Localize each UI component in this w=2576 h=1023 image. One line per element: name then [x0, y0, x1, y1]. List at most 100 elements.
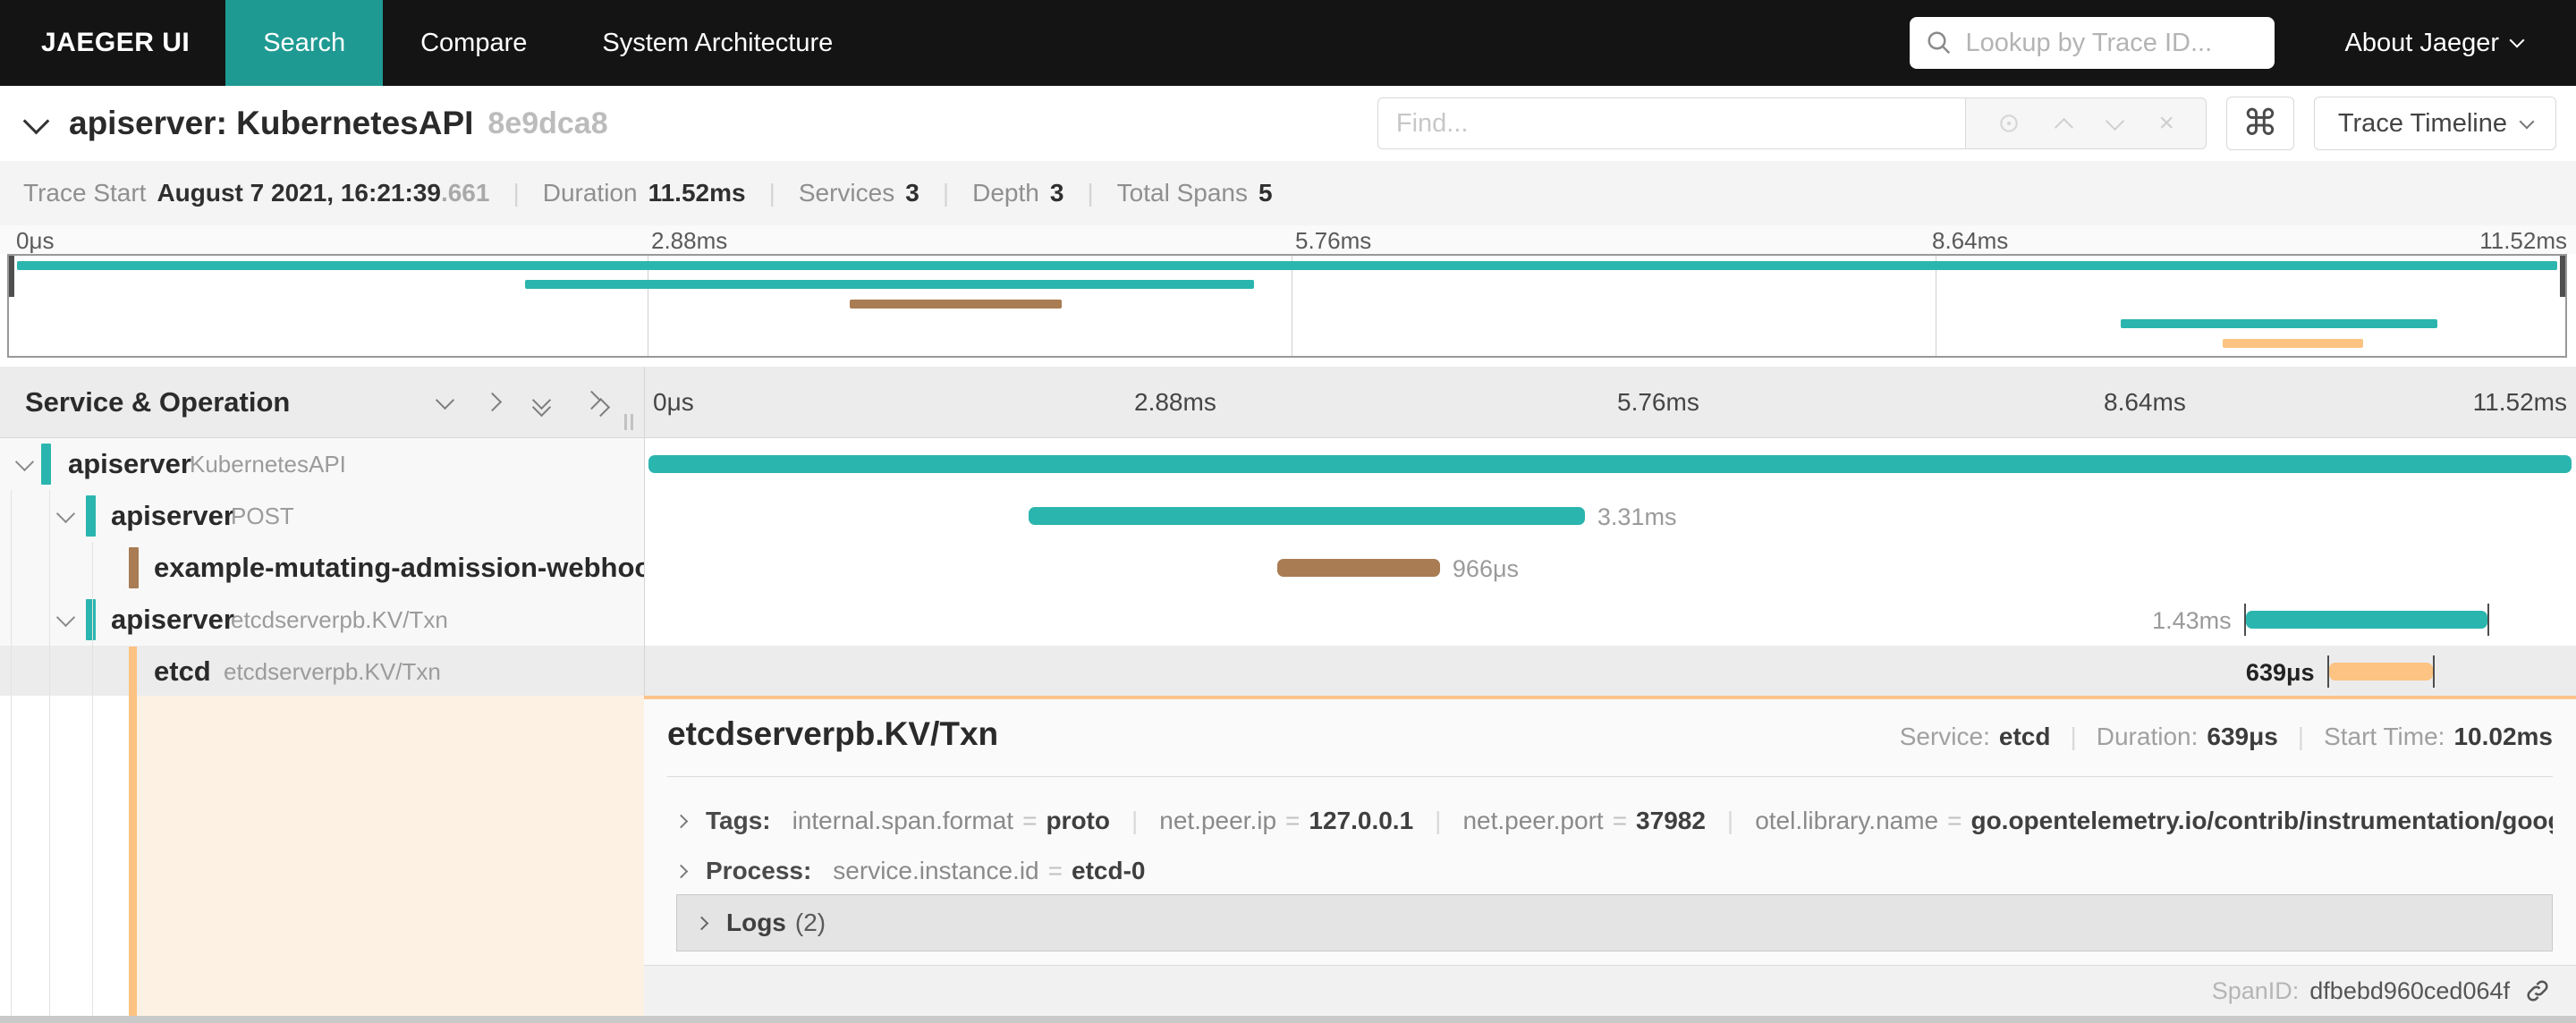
ruler-tick-3: 8.64ms	[1932, 227, 2009, 254]
service-operation-title: Service & Operation	[25, 385, 291, 418]
timeline-tick-1: 2.88ms	[1134, 388, 1216, 416]
detail-footer: SpanID: dfbebd960ced064f	[644, 965, 2576, 1016]
expand-all-icon[interactable]	[581, 390, 611, 417]
span-color-stripe	[86, 495, 96, 537]
trace-start-label: Trace Start	[23, 179, 147, 207]
ruler-tick-1: 2.88ms	[651, 227, 728, 254]
process-accordion[interactable]: Process: service.instance.id = etcd-0	[676, 848, 2553, 894]
find-clear-icon[interactable]: ×	[2159, 108, 2175, 139]
detail-bottom-border	[0, 1016, 2576, 1023]
column-divider	[644, 367, 645, 696]
span-service: apiserver	[68, 448, 191, 479]
chevron-down-icon[interactable]	[55, 503, 76, 525]
ruler-tick-4: 11.52ms	[2479, 227, 2567, 254]
chevron-down-icon	[2509, 32, 2525, 48]
logs-label: Logs	[726, 909, 786, 936]
collapse-all-icon[interactable]	[531, 390, 552, 417]
span-bar[interactable]: 1.43ms	[2152, 604, 2489, 636]
timeline-tick-2: 5.76ms	[1617, 388, 1699, 416]
logs-count: (2)	[794, 909, 826, 936]
command-icon: ⌘	[2241, 104, 2278, 143]
selected-span-tint	[137, 696, 644, 1016]
minimap-right-handle[interactable]	[2560, 256, 2565, 297]
depth-label: Depth	[972, 179, 1039, 207]
depth-value: 3	[1049, 179, 1064, 207]
find-placeholder: Find...	[1395, 108, 1469, 138]
about-jaeger-label: About Jaeger	[2344, 28, 2499, 57]
tree-guide-line	[49, 696, 50, 1016]
span-service: apiserver	[111, 500, 234, 531]
trace-id-lookup-input[interactable]: Lookup by Trace ID...	[1910, 17, 2275, 69]
span-row-apiserver-txn[interactable]: apiserver etcdserverpb.KV/Txn 1.43ms	[0, 594, 2576, 646]
tree-guide-line	[49, 490, 50, 696]
tree-guide-line	[92, 696, 93, 1016]
span-bar[interactable]: 966μs	[1277, 555, 1519, 582]
span-operation: POST	[231, 502, 294, 529]
chevron-down-icon[interactable]	[14, 452, 35, 473]
expand-one-icon[interactable]	[482, 392, 503, 412]
chevron-down-icon	[2519, 114, 2535, 130]
nav-item-compare[interactable]: Compare	[383, 0, 564, 86]
chevron-down-icon	[22, 107, 50, 135]
span-duration-label: 639μs	[2245, 659, 2315, 686]
span-row-webhook[interactable]: example-mutating-admission-webhook... 96…	[0, 542, 2576, 594]
focus-target-icon[interactable]	[1997, 112, 2021, 135]
about-jaeger-menu[interactable]: About Jaeger	[2344, 28, 2525, 58]
span-service: example-mutating-admission-webhook...	[154, 552, 691, 583]
find-input[interactable]: Find...	[1377, 97, 1965, 149]
collapse-trace-button[interactable]	[22, 107, 50, 135]
search-icon	[1926, 30, 1953, 56]
detail-duration-value: 639μs	[2207, 723, 2278, 750]
span-color-stripe	[41, 444, 51, 485]
minimap-left-handle[interactable]	[9, 256, 14, 297]
detail-start-label: Start Time:	[2324, 723, 2445, 750]
summary-total-spans: Total Spans 5	[1117, 179, 1273, 207]
ruler-tick-2: 5.76ms	[1295, 227, 1372, 254]
services-value: 3	[905, 179, 919, 207]
span-row-apiserver-kubernetesapi[interactable]: apiserver KubernetesAPI	[0, 438, 2576, 490]
top-nav: JAEGER UI Search Compare System Architec…	[0, 0, 2576, 86]
nav-item-system-architecture[interactable]: System Architecture	[564, 0, 870, 86]
span-rows: apiserver KubernetesAPI apiserver POST 3…	[0, 438, 2576, 698]
find-prev-icon[interactable]	[2055, 117, 2074, 137]
minimap-span-webhook	[850, 300, 1063, 309]
keyboard-shortcuts-button[interactable]: ⌘	[2225, 97, 2294, 150]
jaeger-trace-page: JAEGER UI Search Compare System Architec…	[0, 0, 2576, 1023]
duration-value: 11.52ms	[648, 179, 746, 207]
column-resize-handle[interactable]	[624, 414, 633, 430]
span-table-header: Service & Operation 0μs 2.88ms 5.76ms 8.…	[0, 367, 2576, 438]
logs-accordion[interactable]: Logs (2)	[676, 894, 2553, 951]
trace-minimap[interactable]	[7, 254, 2567, 358]
span-bar[interactable]	[648, 455, 2572, 473]
detail-start-value: 10.02ms	[2453, 723, 2553, 750]
find-controls: ×	[1964, 97, 2207, 149]
view-selector-button[interactable]: Trace Timeline	[2313, 97, 2556, 150]
tree-guide-line	[11, 490, 12, 696]
tags-accordion[interactable]: Tags: internal.span.format = proto | net.p…	[676, 794, 2553, 848]
span-service: etcd	[154, 655, 211, 687]
chevron-right-icon	[694, 916, 709, 930]
span-row-apiserver-post[interactable]: apiserver POST 3.31ms	[0, 490, 2576, 542]
span-bar[interactable]: 639μs	[2246, 655, 2436, 688]
detail-divider	[667, 776, 2553, 777]
services-label: Services	[798, 179, 895, 207]
chevron-down-icon[interactable]	[55, 607, 76, 629]
detail-operation-title: etcdserverpb.KV/Txn	[667, 715, 999, 752]
find-next-icon[interactable]	[2105, 111, 2125, 131]
span-duration-label: 1.43ms	[2152, 607, 2232, 634]
minimap-span-post	[525, 280, 1254, 289]
span-id-value: dfbebd960ced064f	[2309, 976, 2510, 1004]
minimap-span-etcd	[2223, 339, 2364, 348]
span-row-etcd-txn[interactable]: etcd etcdserverpb.KV/Txn 639μs	[0, 646, 2576, 698]
process-label: Process:	[706, 857, 812, 884]
span-bar[interactable]: 3.31ms	[1028, 503, 1676, 530]
summary-services: Services 3	[799, 179, 919, 207]
detail-duration-label: Duration:	[2096, 723, 2199, 750]
nav-item-search[interactable]: Search	[225, 0, 384, 86]
total-spans-label: Total Spans	[1116, 179, 1248, 207]
view-selector-label: Trace Timeline	[2337, 108, 2507, 138]
trace-summary-bar: Trace Start August 7 2021, 16:21:39 .661…	[0, 161, 2576, 226]
chevron-right-icon	[676, 864, 689, 878]
collapse-one-icon[interactable]	[435, 390, 455, 410]
copy-link-icon[interactable]	[2524, 977, 2551, 1004]
